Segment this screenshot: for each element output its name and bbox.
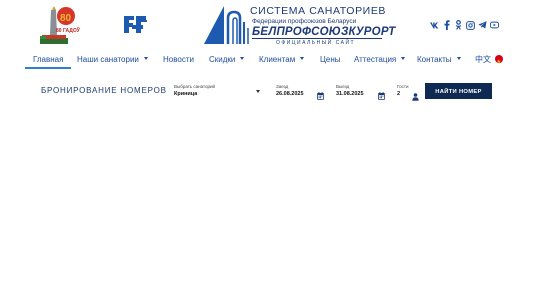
instagram-icon[interactable]: [466, 20, 475, 30]
svg-text:80: 80: [60, 13, 72, 24]
brand-name: БЕЛПРОФСОЮЗКУРОРТ: [252, 26, 396, 38]
nav-item-attestation[interactable]: Аттестация: [354, 51, 406, 68]
nav-item-chinese[interactable]: 中文: [475, 51, 503, 71]
sanatorium-select-value: Криница: [174, 91, 198, 97]
brand-divider: [252, 38, 382, 39]
guests-value: 2: [397, 91, 401, 97]
emblem-text: 80 ГАДОЎ: [56, 26, 81, 34]
youtube-icon[interactable]: [490, 20, 499, 30]
telegram-icon[interactable]: [478, 20, 487, 30]
nav-item-label: Аттестация: [354, 55, 397, 64]
china-flag-icon: [495, 54, 503, 71]
chevron-down-icon: [256, 90, 260, 93]
calendar-icon[interactable]: [378, 87, 385, 100]
victory-80-years-emblem-icon[interactable]: 80 80 ГАДОЎ: [36, 4, 82, 46]
booking-bar: БРОНИРОВАНИЕ НОМЕРОВ Выбрать санаторий К…: [0, 82, 533, 101]
booking-title: БРОНИРОВАНИЕ НОМЕРОВ: [41, 86, 167, 95]
checkout-label: Выезд: [336, 84, 350, 89]
caret-down-icon: [300, 57, 305, 61]
fpb-logo-icon[interactable]: [121, 12, 149, 36]
checkin-label: Заезд: [276, 84, 289, 89]
caret-down-icon: [240, 57, 245, 61]
nav-item-prices[interactable]: Цены: [320, 51, 341, 68]
brand-tagline: ОФИЦИАЛЬНЫЙ САЙТ: [276, 40, 356, 46]
checkout-value: 31.08.2025: [336, 91, 364, 97]
nav-item-label: Главная: [33, 55, 64, 64]
nav-item-contacts[interactable]: Контакты: [417, 51, 461, 68]
nav-item-label: Новости: [163, 55, 194, 64]
nav-item-our-sanatoriums[interactable]: Наши санатории: [77, 51, 148, 68]
nav-item-news[interactable]: Новости: [163, 51, 194, 68]
nav-item-label: Цены: [320, 55, 341, 64]
brand-title: СИСТЕМА САНАТОРИЕВ: [250, 5, 387, 17]
nav-item-label: Наши санатории: [77, 55, 139, 64]
nav-item-clients[interactable]: Клиентам: [259, 51, 305, 68]
caret-down-icon: [143, 57, 148, 61]
checkin-value: 26.08.2025: [276, 91, 304, 97]
belprofsoyuzkurort-mark-icon: [202, 4, 252, 46]
nav-item-home[interactable]: Главная: [24, 51, 73, 69]
brand-subtitle: Федерации профсоюзов Беларуси: [252, 18, 357, 25]
find-room-button[interactable]: НАЙТИ НОМЕР: [425, 83, 492, 99]
vk-icon[interactable]: [430, 20, 439, 30]
calendar-icon[interactable]: [317, 87, 324, 100]
site-header: 80 80 ГАДОЎ СИСТЕМА САНАТОРИЕВ Федерации…: [0, 0, 533, 50]
nav-item-label: Скидки: [209, 55, 236, 64]
facebook-icon[interactable]: [442, 20, 451, 30]
person-icon: [412, 88, 419, 101]
nav-item-label: Клиентам: [259, 55, 296, 64]
nav-item-discounts[interactable]: Скидки: [209, 51, 245, 68]
brand-logo[interactable]: СИСТЕМА САНАТОРИЕВ Федерации профсоюзов …: [202, 2, 395, 48]
nav-item-label: 中文: [475, 55, 491, 64]
caret-down-icon: [401, 57, 406, 61]
caret-down-icon: [456, 57, 461, 61]
main-nav: Главная Наши санатории Новости Скидки Кл…: [0, 51, 533, 71]
nav-item-label: Контакты: [417, 55, 452, 64]
guests-label: Гости: [397, 84, 409, 89]
odnoklassniki-icon[interactable]: [454, 20, 463, 30]
sanatorium-select-label: Выбрать санаторий: [174, 84, 216, 89]
social-links: [430, 19, 499, 31]
